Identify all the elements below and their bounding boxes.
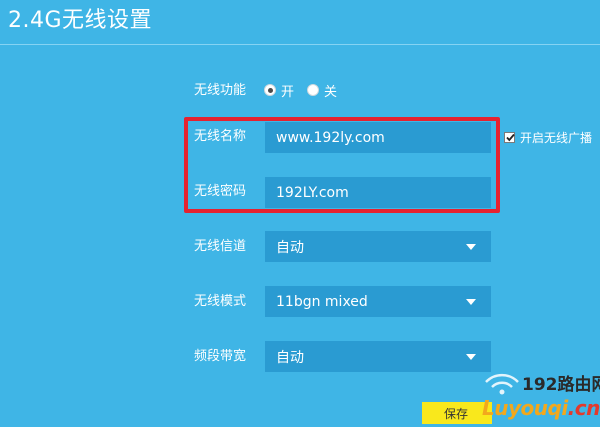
chevron-down-icon [466, 353, 476, 360]
chevron-down-icon [466, 298, 476, 305]
password-input[interactable]: 192LY.com [265, 177, 491, 208]
watermark-you: you [507, 396, 548, 420]
checkmark-icon [506, 133, 515, 142]
wifi-icon [485, 373, 519, 395]
page-title: 2.4G无线设置 [8, 8, 153, 33]
mode-select[interactable]: 11bgn mixed [265, 286, 491, 317]
mode-label: 无线模式 [194, 294, 247, 309]
watermark-top-text: 192路由网 [522, 375, 600, 395]
watermark-cn: .cn [567, 396, 600, 420]
mode-value: 11bgn mixed [276, 293, 368, 310]
wireless-function-label: 无线功能 [194, 83, 247, 98]
radio-off-label: 关 [324, 84, 338, 100]
bandwidth-value: 自动 [276, 349, 304, 366]
channel-value: 自动 [276, 239, 304, 256]
broadcast-checkbox-wrap: 开启无线广播 [504, 129, 592, 146]
radio-off[interactable] [307, 84, 320, 96]
ssid-input[interactable]: www.192ly.com [265, 122, 491, 153]
radio-selected-icon [267, 87, 273, 93]
broadcast-label: 开启无线广播 [520, 131, 593, 145]
title-divider [0, 44, 600, 45]
watermark: 192路由网 Luyouqi.cn [476, 368, 600, 427]
broadcast-checkbox[interactable] [504, 132, 515, 143]
watermark-bottom-text: Luyouqi.cn [482, 396, 600, 420]
password-label: 无线密码 [194, 184, 247, 199]
chevron-down-icon [466, 243, 476, 250]
channel-label: 无线信道 [194, 239, 247, 254]
bandwidth-label: 频段带宽 [194, 349, 247, 364]
ssid-label: 无线名称 [194, 129, 247, 144]
radio-on-label: 开 [281, 84, 295, 100]
bandwidth-select[interactable]: 自动 [265, 341, 491, 372]
radio-on[interactable] [264, 84, 276, 96]
watermark-qi: qi [547, 396, 569, 420]
channel-select[interactable]: 自动 [265, 231, 491, 262]
wireless-function-radio-group: 开 关 [264, 82, 350, 100]
save-button[interactable]: 保存 [422, 402, 492, 424]
